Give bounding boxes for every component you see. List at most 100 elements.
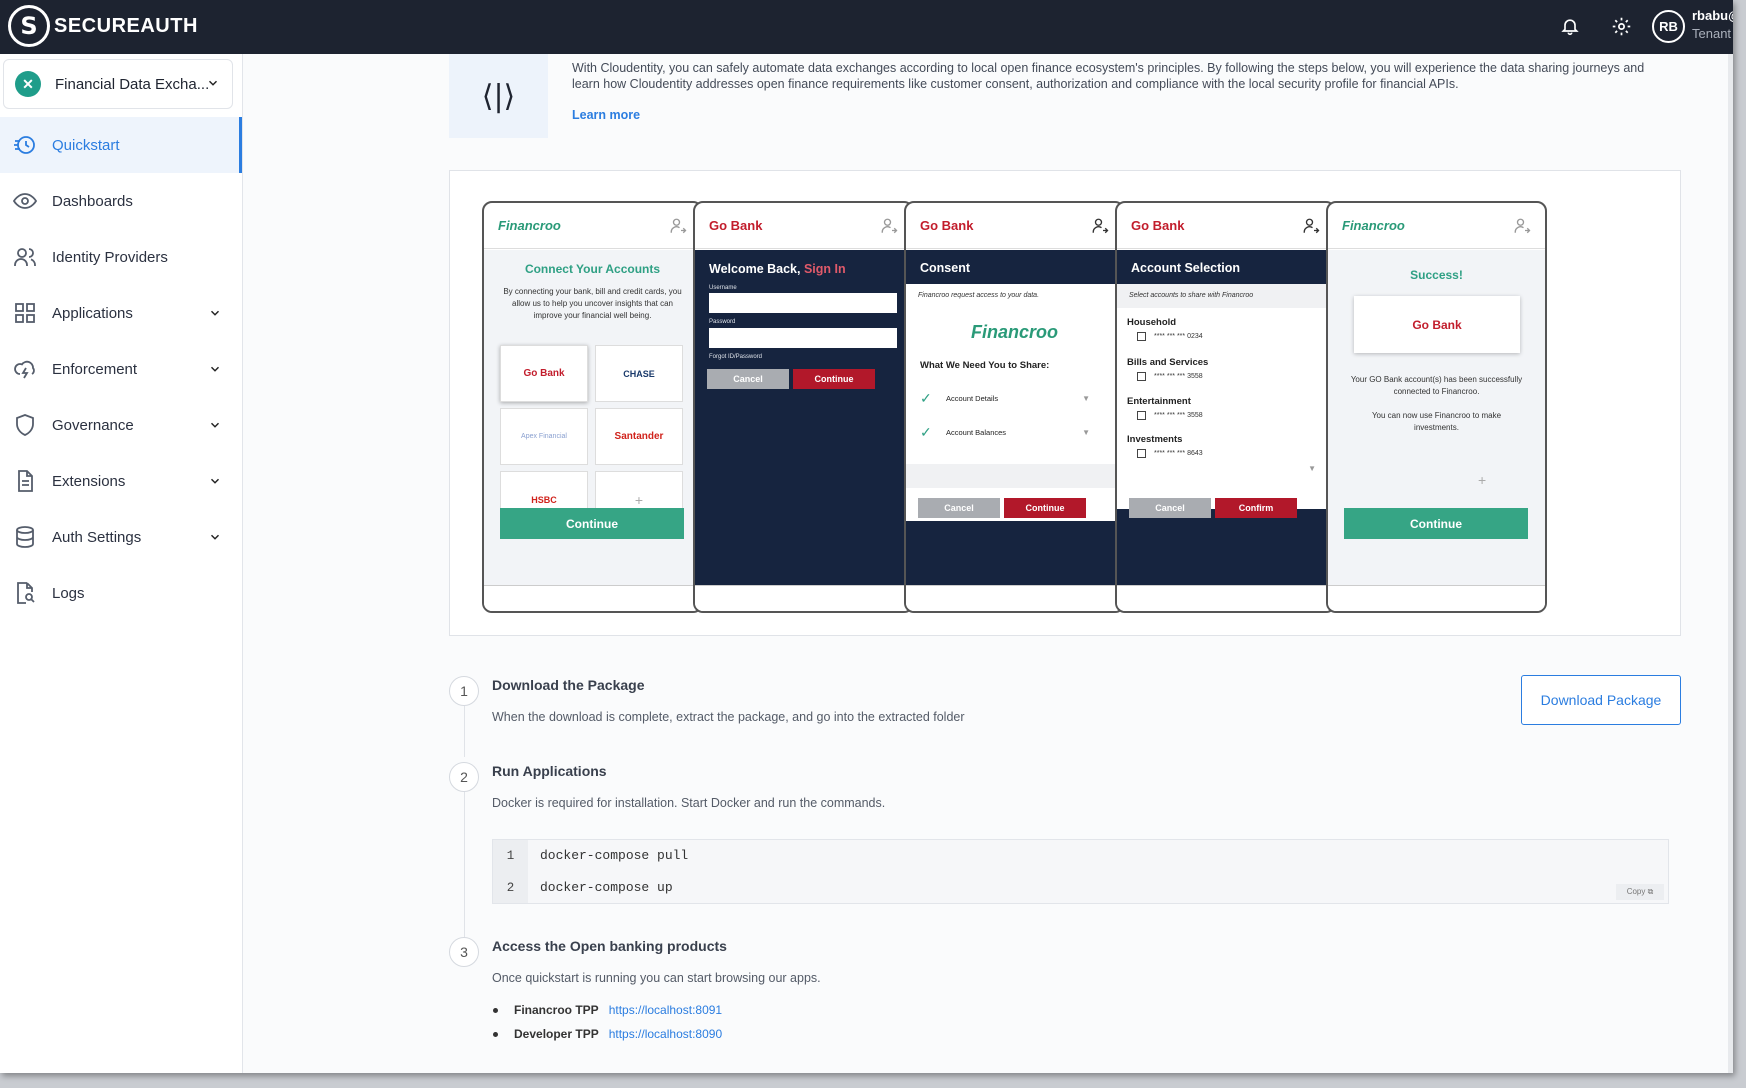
chevron-down-icon[interactable] <box>208 530 222 549</box>
sidebar-item-enforcement[interactable]: Enforcement <box>0 341 242 397</box>
consent-note: Financroo request access to your data. <box>918 292 1040 299</box>
bank-option[interactable]: Apex Financial <box>500 408 588 465</box>
step-number: 1 <box>449 676 479 706</box>
phone-body: Welcome Back, Sign In Username Password … <box>695 250 912 587</box>
phone-sign-in: Go Bank Welcome Back, Sign In Username P… <box>693 201 914 613</box>
sidebar-item-auth-settings[interactable]: Auth Settings <box>0 509 242 565</box>
sidebar-item-label: Auth Settings <box>52 528 142 546</box>
bank-option[interactable]: CHASE <box>595 345 683 402</box>
phone-footer <box>695 585 912 611</box>
phone-consent: Go Bank Consent Financroo request access… <box>904 201 1125 613</box>
chevron-down-icon[interactable] <box>208 474 222 493</box>
tpp-name: Developer TPP <box>514 1027 599 1041</box>
share-item[interactable]: ✓ Account Balances ▼ <box>920 424 1110 441</box>
check-icon: ✓ <box>920 390 932 406</box>
sidebar-item-identity-providers[interactable]: Identity Providers <box>0 229 242 285</box>
sidebar-item-logs[interactable]: Logs <box>0 565 242 621</box>
cancel-button[interactable]: Cancel <box>918 498 1000 518</box>
share-item[interactable]: ✓ Account Details ▼ <box>920 390 1110 407</box>
share-title: What We Need You to Share: <box>920 360 1050 371</box>
account-row[interactable]: **** *** *** 8643 <box>1137 449 1203 458</box>
bell-icon[interactable] <box>1556 12 1584 40</box>
account-list: Select accounts to share with Financroo … <box>1117 284 1334 509</box>
continue-button[interactable]: Continue <box>500 508 684 539</box>
code-line: docker-compose up <box>540 880 673 895</box>
sidebar-item-label: Applications <box>52 304 133 322</box>
account-selection-title: Account Selection <box>1131 261 1241 275</box>
password-input[interactable] <box>709 328 897 348</box>
brand-logo[interactable]: S SECUREAUTH <box>8 5 198 47</box>
forgot-link[interactable]: Forgot ID/Password <box>709 354 762 360</box>
financroo-logo: Financroo <box>498 218 561 233</box>
chevron-down-icon[interactable] <box>208 418 222 437</box>
continue-button[interactable]: Continue <box>1004 498 1086 518</box>
user-exit-icon <box>1514 218 1531 234</box>
connect-text: By connecting your bank, bill and credit… <box>503 287 682 320</box>
chevron-down-icon: ▼ <box>1082 428 1090 437</box>
account-row[interactable]: **** *** *** 3558 <box>1137 411 1203 420</box>
workspace-icon: ✕ <box>15 71 41 97</box>
top-bar: S SECUREAUTH RB rbabu@ Tenant <box>0 0 1733 54</box>
gobank-logo: Go Bank <box>1131 218 1185 233</box>
chevron-down-icon[interactable] <box>208 306 222 325</box>
account-group: Household <box>1127 317 1177 328</box>
learn-more-link[interactable]: Learn more <box>572 108 640 122</box>
step-desc: When the download is complete, extract t… <box>492 710 965 724</box>
users-icon <box>12 244 38 270</box>
database-icon <box>12 524 38 550</box>
cancel-button[interactable]: Cancel <box>707 369 789 389</box>
signin-title: Welcome Back, Sign In <box>709 262 846 276</box>
logo-icon: S <box>8 5 50 47</box>
tpp-link[interactable]: https://localhost:8090 <box>609 1027 722 1041</box>
quickstart-icon <box>12 132 38 158</box>
download-package-button[interactable]: Download Package <box>1521 675 1681 725</box>
confirm-button[interactable]: Confirm <box>1215 498 1297 518</box>
step-title: Access the Open banking products <box>492 938 727 954</box>
phone-header: Financroo <box>484 203 701 249</box>
sidebar-item-quickstart[interactable]: Quickstart <box>0 117 242 173</box>
sidebar-item-governance[interactable]: Governance <box>0 397 242 453</box>
chevron-down-icon[interactable] <box>208 362 222 381</box>
bank-option[interactable]: Santander <box>595 408 683 465</box>
account-note: Select accounts to share with Financroo <box>1129 292 1254 299</box>
gear-icon[interactable] <box>1607 12 1635 40</box>
cancel-button[interactable]: Cancel <box>1129 498 1211 518</box>
account-row[interactable]: **** *** *** 0234 <box>1137 332 1203 341</box>
step-title: Run Applications <box>492 763 607 779</box>
phone-footer <box>1117 585 1334 611</box>
tpp-link[interactable]: https://localhost:8091 <box>609 1003 722 1017</box>
phone-body: Account Selection Select accounts to sha… <box>1117 250 1334 587</box>
copy-button[interactable]: Copy ⧉ <box>1616 884 1664 900</box>
phone-header: Go Bank <box>906 203 1123 249</box>
password-label: Password <box>709 319 736 325</box>
account-row[interactable]: **** *** *** 3558 <box>1137 372 1203 381</box>
continue-button[interactable]: Continue <box>793 369 875 389</box>
gobank-logo: Go Bank <box>920 218 974 233</box>
workspace-label: Financial Data Excha... <box>55 75 210 93</box>
workspace-selector[interactable]: ✕ Financial Data Excha... <box>3 59 233 109</box>
phone-header: Financroo <box>1328 203 1545 249</box>
consent-content: Financroo request access to your data. F… <box>906 284 1123 521</box>
username-label: Username <box>709 285 737 291</box>
sidebar-item-label: Dashboards <box>52 192 133 210</box>
phone-footer <box>906 585 1123 611</box>
continue-button[interactable]: Continue <box>1344 508 1528 539</box>
brand-name: SECUREAUTH <box>54 14 198 37</box>
avatar[interactable]: RB <box>1652 10 1685 43</box>
intro-text: With Cloudentity, you can safely automat… <box>572 61 1645 91</box>
chevron-down-icon <box>206 76 220 95</box>
scrollbar[interactable] <box>1728 54 1733 1073</box>
line-number: 2 <box>506 881 515 895</box>
bank-option[interactable]: Go Bank <box>500 345 588 402</box>
tpp-item: Financroo TPP https://localhost:8091 <box>493 1003 722 1017</box>
username-input[interactable] <box>709 293 897 313</box>
user-name[interactable]: rbabu@ <box>1692 8 1733 23</box>
user-role: Tenant <box>1692 26 1732 41</box>
sidebar-item-extensions[interactable]: Extensions <box>0 453 242 509</box>
sidebar-item-dashboards[interactable]: Dashboards <box>0 173 242 229</box>
shield-icon <box>12 412 38 438</box>
phone-body: Consent Financroo request access to your… <box>906 250 1123 587</box>
sidebar-item-applications[interactable]: Applications <box>0 285 242 341</box>
sidebar-item-label: Identity Providers <box>52 248 168 266</box>
bank-grid: Go Bank CHASE Apex Financial Santander H… <box>500 345 684 528</box>
